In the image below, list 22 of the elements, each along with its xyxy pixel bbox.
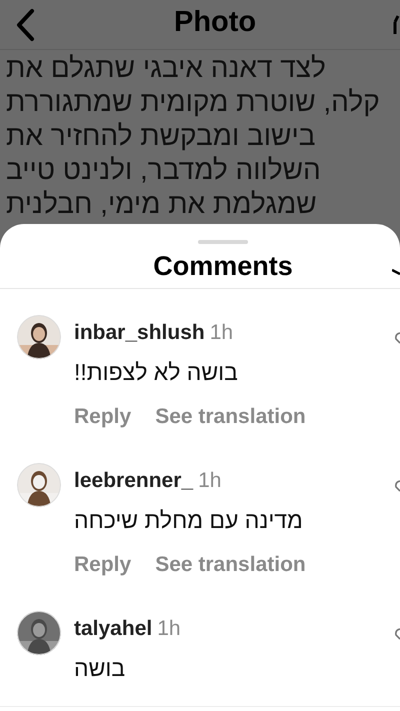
timestamp: 1h xyxy=(198,468,222,494)
page-title: Photo xyxy=(174,5,256,40)
caption-line: בישוב ומבקשת להחזיר את xyxy=(6,119,316,153)
comment-text: בושה לא לצפות!! xyxy=(74,358,238,386)
caption-line: שמגלמת את מימי, חבלנית xyxy=(6,187,317,221)
translation-link[interactable]: See translation xyxy=(155,401,306,432)
timestamp: 1h xyxy=(157,616,181,642)
back-icon[interactable] xyxy=(14,8,36,42)
caption-line: השלווה למדבר, ולנינט טייב xyxy=(6,153,321,187)
reply-link[interactable]: Reply xyxy=(74,401,132,432)
reply-link[interactable]: Reply xyxy=(74,549,132,580)
username[interactable]: leebrenner_ xyxy=(74,465,194,496)
username[interactable]: talyahel xyxy=(74,613,152,644)
username[interactable]: inbar_shlush xyxy=(74,317,205,348)
comment-text: בושה xyxy=(74,654,126,682)
caption-line: קלה, שוטרת מקומית שמתגוררת xyxy=(6,85,380,119)
translation-link[interactable]: See translation xyxy=(155,549,306,580)
comment-text: מדינה עם מחלת שיכחה xyxy=(74,506,303,534)
sheet-title: Comments xyxy=(153,250,293,283)
drag-handle[interactable] xyxy=(198,240,248,244)
timestamp: 1h xyxy=(210,320,234,346)
caption-line: לצד דאנה איבגי שתגלם את xyxy=(6,51,326,85)
